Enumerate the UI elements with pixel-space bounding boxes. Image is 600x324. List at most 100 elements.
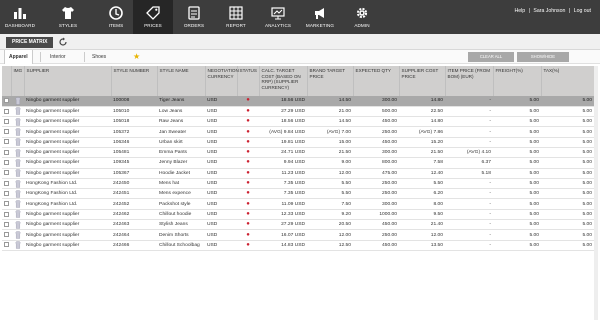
garment-thumbnail-icon: [14, 128, 21, 136]
row-checkbox-box[interactable]: [4, 201, 9, 207]
cell-supplier: Ningbo garment supplier: [24, 96, 111, 107]
column-header-tax[interactable]: TAX(%): [541, 66, 595, 96]
column-header-item-price[interactable]: ITEM PRICE (FROM BOM) (EUR): [445, 66, 494, 96]
table-row[interactable]: Ningbo garment supplier 242462 Chillout ho…: [2, 209, 594, 221]
row-checkbox[interactable]: [2, 178, 11, 190]
cell-calc-target-cost: 11.23 USD: [259, 168, 307, 179]
cell-style-name: Emma Pants: [157, 147, 205, 159]
nav-styles[interactable]: STYLES: [48, 0, 88, 34]
row-checkbox-box[interactable]: [4, 221, 9, 227]
row-checkbox-box[interactable]: [4, 118, 9, 124]
product-thumbnail: [11, 198, 24, 210]
help-link[interactable]: Help: [513, 8, 526, 14]
tab-price-matrix[interactable]: PRICE MATRIX: [6, 37, 54, 48]
row-checkbox[interactable]: [2, 147, 11, 159]
show-hide-columns-button[interactable]: SHOW/HIDE COLUMNS: [517, 52, 569, 69]
row-checkbox[interactable]: [2, 198, 11, 210]
cell-style-name: Chillout Schoolbag: [157, 240, 205, 251]
row-checkbox[interactable]: [2, 157, 11, 169]
column-header-img[interactable]: IMG: [11, 66, 25, 96]
column-header-expected-qty[interactable]: EXPECTED QTY: [353, 66, 400, 96]
row-checkbox-box[interactable]: [4, 149, 9, 155]
row-checkbox-box[interactable]: [4, 242, 9, 248]
nav-marketing[interactable]: MARKETING: [300, 0, 340, 34]
table-row[interactable]: Ningbo garment supplier 105010 Low Jeans US…: [2, 106, 594, 118]
nav-items[interactable]: ITEMS: [96, 0, 136, 34]
table-row[interactable]: Ningbo garment supplier 105367 Hoodie Jack…: [2, 168, 594, 179]
row-checkbox[interactable]: [2, 137, 11, 148]
row-checkbox[interactable]: [2, 126, 11, 138]
column-header-brand-target-price[interactable]: BRAND TARGET PRICE: [307, 66, 354, 96]
column-header-supplier[interactable]: SUPPLIER: [24, 66, 112, 96]
row-checkbox[interactable]: [2, 209, 11, 221]
column-header-style-number[interactable]: STYLE NUMBER: [111, 66, 158, 96]
status-dot-icon: ●: [237, 106, 259, 118]
row-checkbox-box[interactable]: [4, 98, 9, 103]
cell-supplier: Ningbo garment supplier: [24, 229, 111, 241]
status-indicator-icon: ●: [246, 97, 250, 104]
cell-style-name: Mens hat: [157, 178, 205, 190]
nav-prices[interactable]: PRICES: [133, 0, 173, 34]
column-header-status[interactable]: STATUS: [237, 66, 260, 96]
row-checkbox-box[interactable]: [4, 139, 9, 145]
column-header-supplier-cost-price[interactable]: SUPPLIER COST PRICE: [399, 66, 446, 96]
clear-filters-button[interactable]: CLEAR ALL FILTERS: [468, 52, 514, 69]
row-checkbox-box[interactable]: [4, 108, 9, 114]
filter-tab-shoes[interactable]: Shoes: [88, 50, 110, 64]
column-header-currency[interactable]: NEGOTIATION CURRENCY: [205, 66, 239, 96]
report-icon: [229, 6, 243, 20]
nav-admin[interactable]: ADMIN: [342, 0, 382, 34]
table-row[interactable]: Ningbo garment supplier 106346 Urban skirt…: [2, 137, 594, 148]
cell-brand-target-price: 12.00: [307, 229, 353, 241]
vertical-scrollbar[interactable]: [594, 66, 598, 320]
table-row[interactable]: Ningbo garment supplier 105018 Raw Jeans US…: [2, 116, 594, 128]
row-checkbox-box[interactable]: [4, 160, 9, 166]
table-row[interactable]: Ningbo garment supplier 105372 Jan Sweater…: [2, 126, 594, 138]
table-row[interactable]: HongKong Fashion Ltd. 242452 Packshot styl…: [2, 198, 594, 210]
row-checkbox-box[interactable]: [4, 190, 9, 196]
status-indicator-icon: ●: [246, 231, 250, 238]
table-row[interactable]: Ningbo garment supplier 242463 Stylish Jea…: [2, 219, 594, 231]
row-checkbox[interactable]: [2, 240, 11, 251]
cell-style-number: 105481: [111, 147, 157, 159]
column-header-calc-target-cost[interactable]: CALC. TARGET COST (BASED ON RRP) (SUPPLI…: [259, 66, 308, 96]
row-checkbox-box[interactable]: [4, 129, 9, 135]
filter-tab-apparel[interactable]: Apparel: [4, 50, 33, 64]
cell-currency: USD: [205, 188, 237, 200]
row-checkbox[interactable]: [2, 229, 11, 241]
user-name[interactable]: Sara Johnson: [532, 8, 566, 14]
product-thumbnail: [11, 188, 24, 200]
table-row[interactable]: Ningbo garment supplier 105481 Emma Pants U…: [2, 147, 594, 159]
column-header-freight[interactable]: FREIGHT(%): [493, 66, 542, 96]
table-row[interactable]: Ningbo garment supplier 100008 Tiger Jeans…: [2, 96, 594, 107]
filter-tab-interior[interactable]: Interior: [46, 50, 70, 64]
row-checkbox-box[interactable]: [4, 211, 9, 217]
nav-analytics[interactable]: ANALYTICS: [258, 0, 298, 34]
row-checkbox[interactable]: [2, 219, 11, 231]
row-checkbox[interactable]: [2, 106, 11, 118]
table-row[interactable]: Ningbo garment supplier 242464 Denim Short…: [2, 229, 594, 241]
row-checkbox-box[interactable]: [4, 232, 9, 238]
column-header-style-name[interactable]: STYLE NAME: [157, 66, 206, 96]
table-row[interactable]: HongKong Fashion Ltd. 242450 Mens hat USD ● 7…: [2, 178, 594, 190]
star-icon[interactable]: ★: [133, 52, 140, 62]
row-checkbox-box[interactable]: [4, 170, 9, 176]
nav-label: STYLES: [58, 23, 78, 28]
row-checkbox[interactable]: [2, 168, 11, 179]
cell-style-name: Low Jeans: [157, 106, 205, 118]
table-row[interactable]: Ningbo garment supplier 242466 Chillout Sc…: [2, 240, 594, 251]
row-checkbox[interactable]: [2, 96, 11, 107]
row-checkbox[interactable]: [2, 188, 11, 200]
table-row[interactable]: HongKong Fashion Ltd. 242451 Mens expence U…: [2, 188, 594, 200]
logout-link[interactable]: Log out: [573, 8, 592, 14]
nav-orders[interactable]: ORDERS: [174, 0, 214, 34]
nav-dashboard[interactable]: DASHBOARD: [0, 0, 40, 34]
row-checkbox-box[interactable]: [4, 180, 9, 186]
refresh-icon[interactable]: [58, 37, 68, 47]
table-row[interactable]: Ningbo garment supplier 109345 Jenny Blaze…: [2, 157, 594, 169]
cell-brand-target-price: 14.50: [307, 116, 353, 128]
row-checkbox[interactable]: [2, 116, 11, 128]
nav-report[interactable]: REPORT: [216, 0, 256, 34]
cell-item-price: -: [445, 96, 493, 107]
garment-thumbnail-icon: [14, 210, 21, 219]
